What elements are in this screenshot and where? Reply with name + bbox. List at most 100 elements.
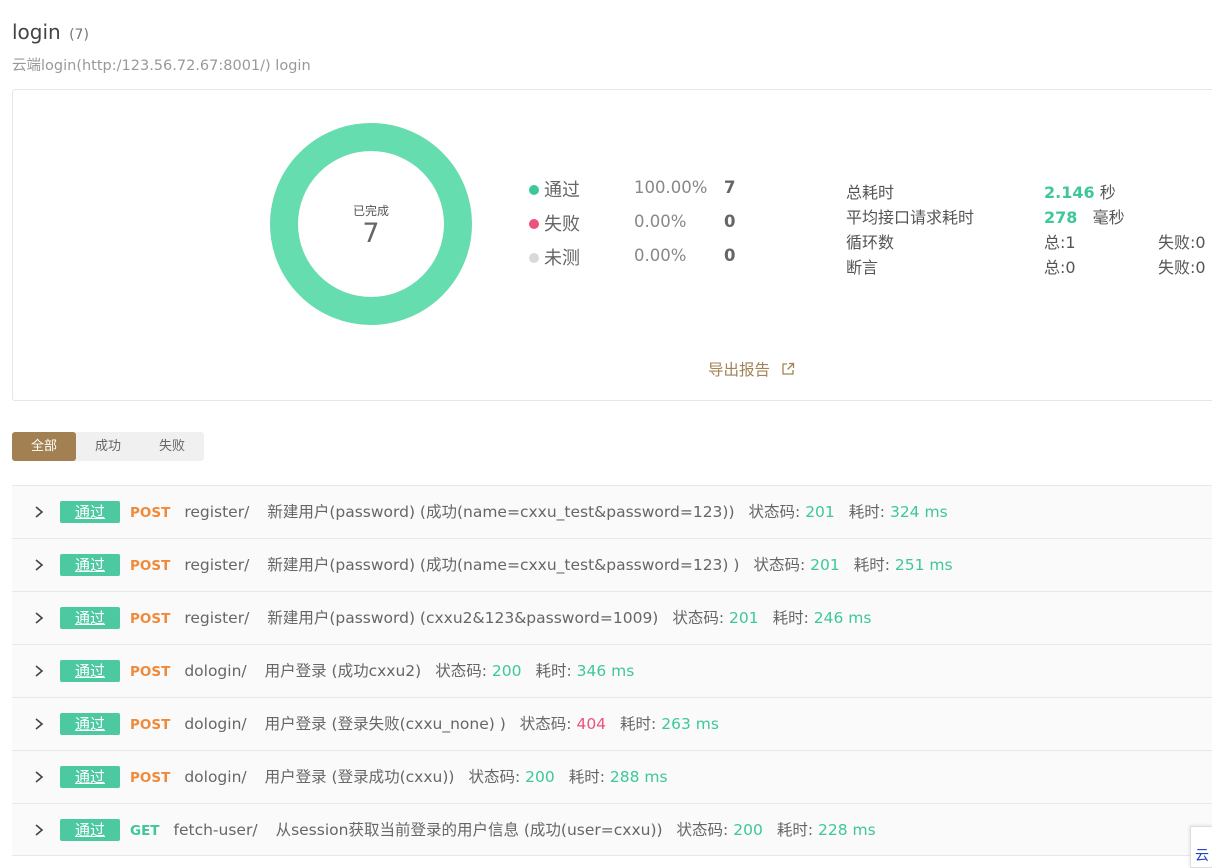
case-description: 用户登录 (登录成功(cxxu)) [264,768,455,786]
elapsed-label: 耗时: [535,662,572,680]
status-badge-label: 通过 [74,768,105,786]
tab-all[interactable]: 全部 [12,432,76,461]
case-description: 新建用户(password) (成功(name=cxxu_test&passwo… [267,503,735,521]
result-row[interactable]: 通过 GET fetch-user/从session获取当前登录的用户信息 (成功… [12,803,1212,856]
export-report-button[interactable]: 导出报告 [708,358,795,380]
avg-time-value-group: 278 毫秒 [1044,204,1125,228]
floating-widget[interactable]: 云 [1190,826,1212,868]
result-row[interactable]: 通过 POST register/新建用户(password) (cxxu2&12… [12,591,1212,644]
status-code: 201 [810,556,840,574]
export-report-label: 导出报告 [708,361,771,379]
case-count: (7) [69,27,89,43]
chevron-right-icon[interactable] [33,611,45,625]
loop-failed: 失败:0 [1158,233,1206,252]
status-code-label: 状态码: [468,768,521,786]
api-path: register/ [184,609,250,627]
api-path: dologin/ [184,715,247,733]
result-line: POST dologin/用户登录 (成功cxxu2) 状态码: 200 耗时: 34… [130,660,634,683]
legend-pass-count: 7 [724,178,736,197]
pass-dot [529,185,539,195]
fail-dot [529,219,539,229]
status-badge: 通过 [60,607,120,629]
result-line: POST dologin/用户登录 (登录成功(cxxu)) 状态码: 200 耗时:… [130,766,668,789]
elapsed-time: 288 ms [609,768,668,786]
http-method: POST [130,717,171,733]
chevron-right-icon[interactable] [33,558,45,572]
api-path: fetch-user/ [173,821,258,839]
chevron-right-icon[interactable] [33,664,45,678]
result-line: POST dologin/用户登录 (登录失败(cxxu_none) ) 状态码: … [130,713,719,736]
tab-success[interactable]: 成功 [76,432,140,461]
result-row[interactable]: 通过 POST dologin/用户登录 (登录失败(cxxu_none) ) 状态… [12,697,1212,750]
legend-untested-label: 未测 [544,248,580,269]
status-code: 200 [525,768,555,786]
assert-label: 断言 [846,258,879,277]
case-description: 新建用户(password) (成功(name=cxxu_test&passwo… [267,556,740,574]
result-row[interactable]: 通过 POST register/新建用户(password) (成功(name=… [12,538,1212,591]
elapsed-label: 耗时: [776,821,814,839]
tab-failed[interactable]: 失败 [140,432,204,461]
untested-dot [529,253,539,263]
donut-label: 已完成 [352,204,389,218]
elapsed-time: 228 ms [817,821,876,839]
status-code: 201 [729,609,759,627]
external-link-icon [782,362,795,375]
status-badge: 通过 [60,501,120,523]
status-code-label: 状态码: [753,556,806,574]
case-description: 从session获取当前登录的用户信息 (成功(user=cxxu)) [275,821,663,839]
elapsed-time: 251 ms [894,556,953,574]
elapsed-label: 耗时: [620,715,657,733]
api-path: dologin/ [184,768,247,786]
api-path: register/ [184,503,250,521]
status-code-label: 状态码: [672,609,725,627]
avg-time-unit: 毫秒 [1092,208,1125,227]
case-description: 用户登录 (成功cxxu2) [264,662,422,680]
page-subtitle: 云端login(http:/123.56.72.67:8001/) login [12,58,311,74]
elapsed-time: 346 ms [576,662,635,680]
status-code-label: 状态码: [748,503,801,521]
result-row[interactable]: 通过 POST dologin/用户登录 (成功cxxu2) 状态码: 200 耗时:… [12,644,1212,697]
http-method: POST [130,505,171,521]
status-badge-label: 通过 [74,503,105,521]
total-time-label: 总耗时 [846,183,895,202]
chevron-right-icon[interactable] [33,505,45,519]
avg-time-value: 278 [1044,208,1078,227]
result-line: POST register/新建用户(password) (成功(name=cxx… [130,501,948,524]
legend-fail-label: 失败 [544,214,580,235]
case-description: 用户登录 (登录失败(cxxu_none) ) [264,715,506,733]
chevron-right-icon[interactable] [33,717,45,731]
status-badge-label: 通过 [74,609,105,627]
summary-card: 已完成 7 通过 100.00% 7 失败 0.00% 0 未测 0.00% 0… [12,89,1212,401]
elapsed-time: 324 ms [889,503,948,521]
total-time-unit: 秒 [1099,183,1116,202]
total-time-value-group: 2.146 秒 [1044,179,1116,203]
status-badge: 通过 [60,819,120,841]
result-line: POST register/新建用户(password) (成功(name=cxx… [130,554,953,577]
result-row[interactable]: 通过 POST register/新建用户(password) (成功(name=… [12,485,1212,538]
api-path: dologin/ [184,662,247,680]
status-code-label: 状态码: [519,715,572,733]
status-code: 201 [805,503,835,521]
loop-label: 循环数 [846,233,895,252]
page-title: login (7) [12,20,89,44]
assert-total: 总:0 [1044,258,1076,277]
status-code: 200 [491,662,522,680]
avg-time-label: 平均接口请求耗时 [846,208,975,227]
status-badge-label: 通过 [74,556,105,574]
chevron-right-icon[interactable] [33,823,45,837]
collection-name: login [12,20,61,44]
status-badge: 通过 [60,554,120,576]
loop-total: 总:1 [1044,233,1076,252]
status-code-label: 状态码: [435,662,487,680]
elapsed-label: 耗时: [772,609,809,627]
result-row[interactable]: 通过 POST dologin/用户登录 (登录成功(cxxu)) 状态码: 200… [12,750,1212,803]
legend-fail-count: 0 [724,212,736,231]
assert-failed: 失败:0 [1158,258,1206,277]
total-time-value: 2.146 [1044,183,1095,202]
status-code: 200 [733,821,763,839]
legend-fail-pct: 0.00% [634,212,687,231]
api-path: register/ [184,556,250,574]
http-method: POST [130,558,171,574]
chevron-right-icon[interactable] [33,770,45,784]
result-line: POST register/新建用户(password) (cxxu2&123&p… [130,607,871,630]
